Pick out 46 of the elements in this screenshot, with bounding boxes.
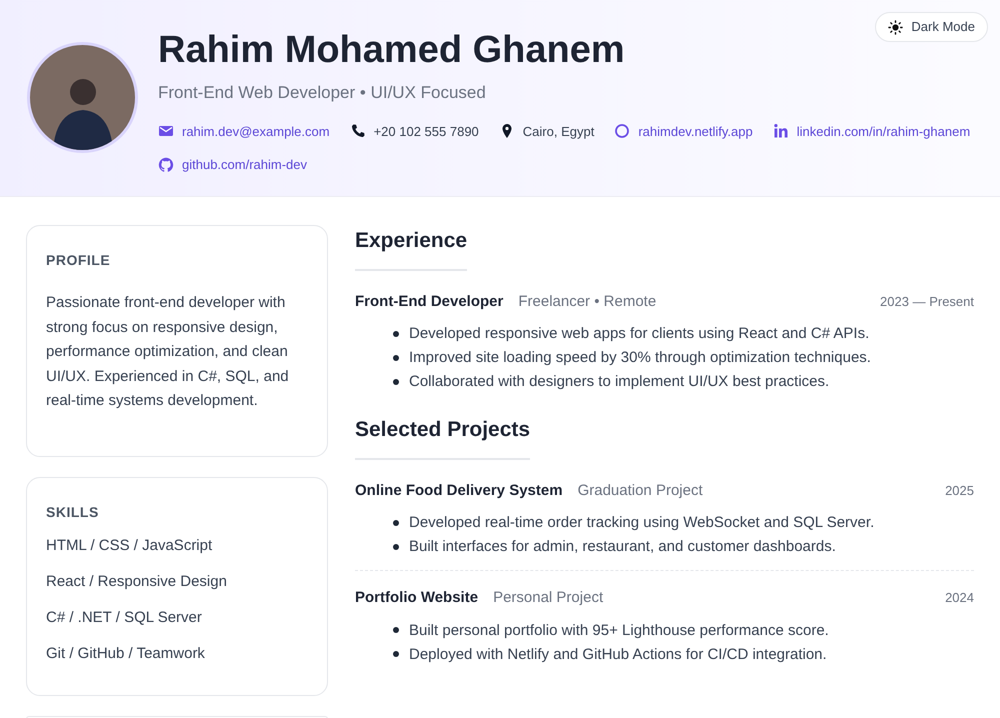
skill-item: React / Responsive Design [46,572,228,592]
contact-link[interactable]: rahimdev.netlify.app [638,122,753,141]
dark-mode-button[interactable]: Dark Mode [875,12,988,42]
entry-date: 2023 — Present [880,292,974,310]
section-heading: Selected Projects [355,414,530,460]
bullet-icon [393,627,399,633]
bullet-text: Developed real-time order tracking using WebSocket and SQL Server. [409,513,874,533]
linkedin-icon [772,123,789,140]
bullet-icon [393,330,399,336]
contact-text: Cairo, Egypt [522,122,594,141]
skill-item: C# / .NET / SQL Server [46,608,203,628]
entry-title: Portfolio Website [355,588,478,608]
bullet-icon [393,651,399,657]
bullet-text: Built personal portfolio with 95+ Lighthouse performance score. [409,620,829,640]
profile-paragraph: Passionate front-end developer with strong focus on responsive design, performance optimization, and clean UI/UX. Experienced in C#, SQL, and real-time systems development. [46,293,290,411]
bullet-icon [393,544,399,550]
phone-icon [350,123,366,140]
globe-icon [614,123,630,140]
bullet-text: Developed responsive web apps for clients using React and C# APIs. [409,324,870,344]
bullet-text: Deployed with Netlify and GitHub Actions for CI/CD integration. [409,644,827,664]
bullet-text: Collaborated with designers to implement UI/UX best practices. [409,372,830,392]
github-icon [158,156,174,173]
entry-subtitle: Graduation Project [578,480,703,500]
entry-date: 2024 [945,589,974,607]
job-title: Front-End Web Developer • UI/UX Focused [158,82,487,104]
entry-title: Online Food Delivery System [355,480,563,500]
contact-text: +20 102 555 7890 [374,122,479,140]
entry-title: Front-End Developer [355,292,504,312]
entry-subtitle: Freelancer • Remote [518,292,656,312]
contact-link[interactable]: github.com/rahim-dev [182,155,307,174]
person-name: Rahim Mohamed Ghanem [158,28,626,72]
sun-icon [888,20,904,34]
bullet-icon [393,520,399,526]
bullet-text: Improved site loading speed by 30% through optimization techniques. [409,348,871,368]
skill-item: Git / GitHub / Teamwork [46,644,206,664]
card-heading: SKILLS [46,502,100,522]
entry-date: 2025 [945,482,974,500]
bullet-text: Built interfaces for admin, restaurant, and customer dashboards. [409,537,836,557]
card-heading: PROFILE [46,251,112,270]
bullet-icon [393,354,399,360]
contact-link[interactable]: rahim.dev@example.com [182,122,330,141]
section-heading: Experience [355,225,468,270]
skill-item: HTML / CSS / JavaScript [46,536,214,556]
bullet-icon [393,378,399,384]
contact-link[interactable]: linkedin.com/in/rahim-ghanem [796,122,970,141]
entry-subtitle: Personal Project [493,588,604,608]
